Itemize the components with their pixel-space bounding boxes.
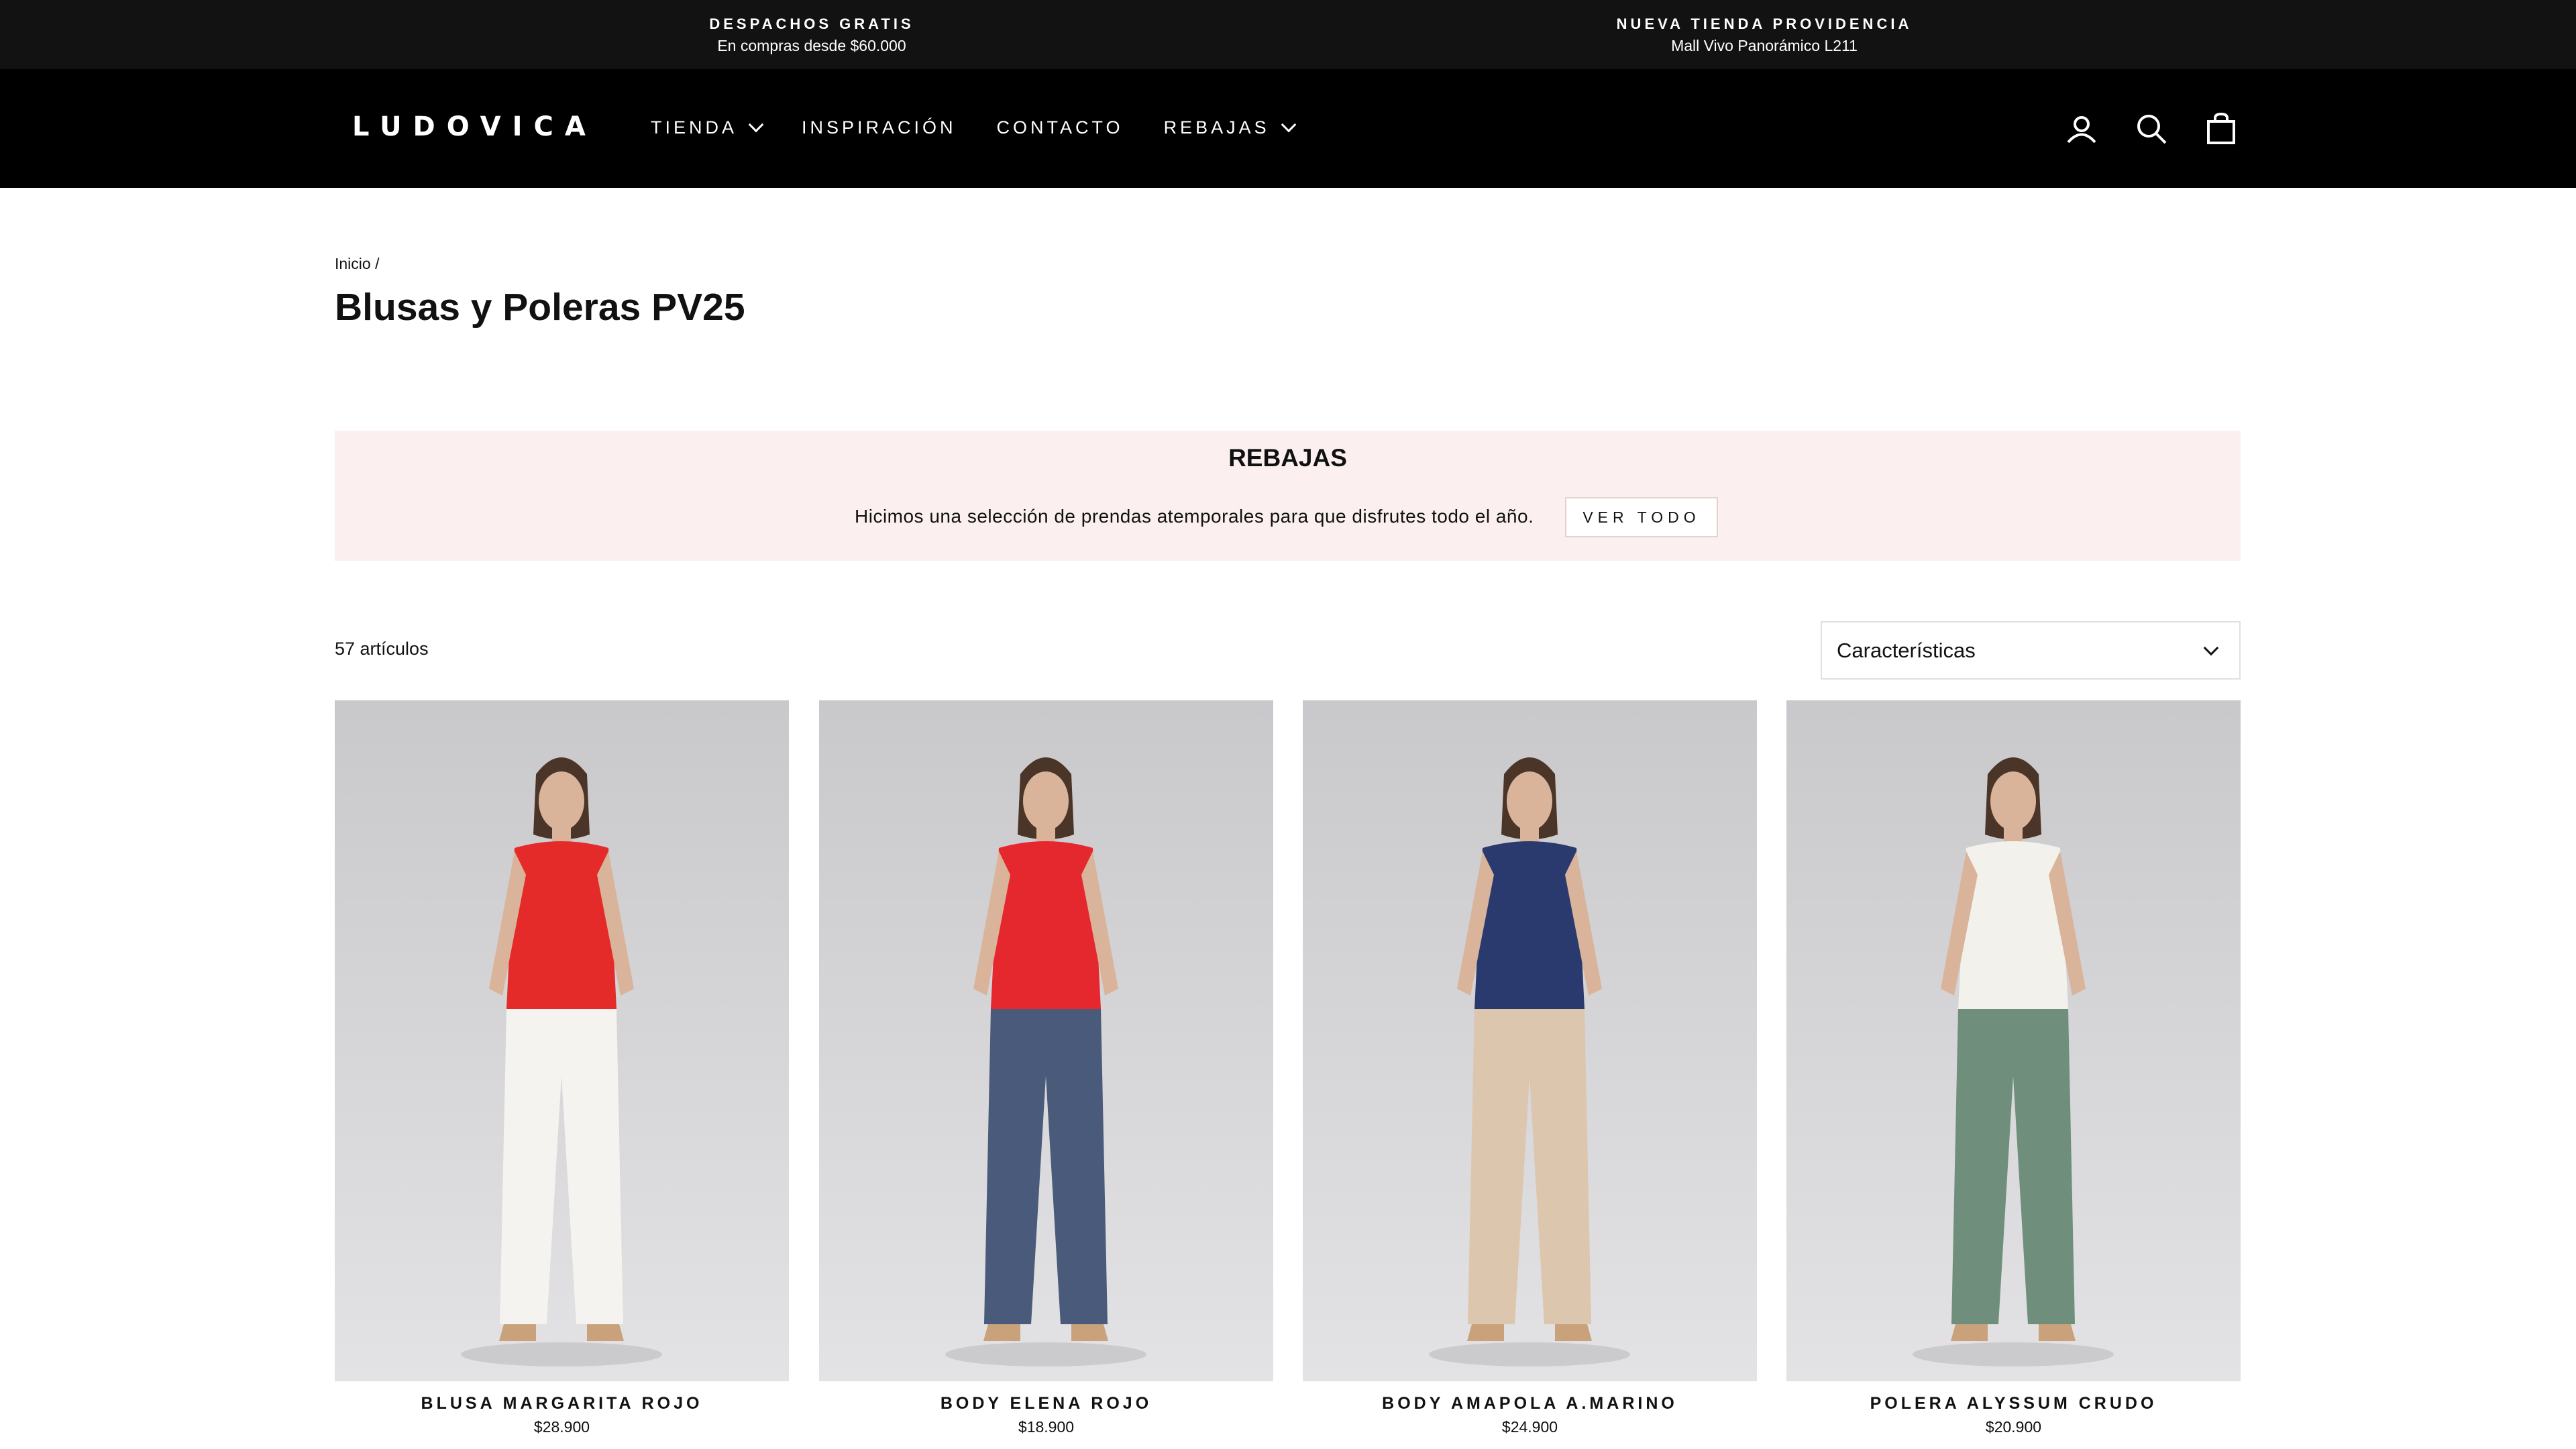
product-card[interactable]: BODY ELENA ROJO $18.900: [819, 700, 1273, 1436]
product-price: $28.900: [533, 1418, 590, 1436]
product-price: $18.900: [1018, 1418, 1075, 1436]
site-header: LUDOVICA TIENDA INSPIRACIÓN CONTACTO REB…: [0, 69, 2576, 188]
product-name[interactable]: POLERA ALYSSUM CRUDO: [1786, 1394, 2241, 1413]
product-card[interactable]: BLUSA MARGARITA ROJO $28.900: [335, 700, 789, 1436]
product-image[interactable]: [819, 700, 1273, 1381]
nav-item-inspiracion[interactable]: INSPIRACIÓN: [802, 117, 957, 138]
product-count: 57 artículos: [335, 639, 429, 659]
promo-title: REBAJAS: [1228, 444, 1347, 472]
product-image[interactable]: [1303, 700, 1757, 1381]
product-name[interactable]: BODY ELENA ROJO: [819, 1394, 1273, 1413]
announcement-subtitle: Mall Vivo Panorámico L211: [1671, 37, 1858, 54]
product-image[interactable]: [335, 700, 789, 1381]
promo-text: Hicimos una selección de prendas atempor…: [855, 506, 1534, 527]
product-price: $24.900: [1501, 1418, 1558, 1436]
announcement-title: NUEVA TIENDA PROVIDENCIA: [1616, 15, 1913, 32]
account-icon[interactable]: [2065, 112, 2098, 146]
page-title: Blusas y Poleras PV25: [335, 286, 745, 329]
nav-label: INSPIRACIÓN: [802, 117, 957, 138]
promo-banner: REBAJAS Hicimos una selección de prendas…: [335, 431, 2241, 561]
announcement-subtitle: En compras desde $60.000: [717, 37, 906, 54]
announcement-title: DESPACHOS GRATIS: [709, 15, 914, 32]
nav-item-tienda[interactable]: TIENDA: [651, 117, 764, 138]
cart-icon[interactable]: [2204, 112, 2238, 146]
chevron-down-icon: [1281, 117, 1296, 132]
logo[interactable]: LUDOVICA: [352, 111, 597, 142]
nav-label: REBAJAS: [1163, 117, 1270, 138]
product-image[interactable]: [1786, 700, 2241, 1381]
announcement-bar: DESPACHOS GRATIS En compras desde $60.00…: [0, 0, 2576, 69]
view-all-button[interactable]: VER TODO: [1565, 497, 1718, 537]
product-card[interactable]: POLERA ALYSSUM CRUDO $20.900: [1786, 700, 2241, 1436]
breadcrumb[interactable]: Inicio /: [335, 255, 379, 273]
sort-value: Características: [1837, 638, 1976, 662]
product-card[interactable]: BODY AMAPOLA A.MARINO $24.900: [1303, 700, 1757, 1436]
product-name[interactable]: BODY AMAPOLA A.MARINO: [1303, 1394, 1757, 1413]
product-price: $20.900: [1985, 1418, 2042, 1436]
chevron-down-icon: [748, 117, 764, 132]
search-icon[interactable]: [2135, 112, 2168, 146]
nav-label: CONTACTO: [996, 117, 1124, 138]
announcement-shipping[interactable]: DESPACHOS GRATIS En compras desde $60.00…: [510, 13, 1114, 56]
main-nav: TIENDA INSPIRACIÓN CONTACTO REBAJAS: [651, 117, 1334, 138]
chevron-down-icon: [2203, 640, 2219, 656]
nav-item-rebajas[interactable]: REBAJAS: [1163, 117, 1296, 138]
nav-item-contacto[interactable]: CONTACTO: [997, 117, 1124, 138]
sort-select[interactable]: Características: [1821, 621, 2241, 680]
product-name[interactable]: BLUSA MARGARITA ROJO: [335, 1394, 789, 1413]
nav-label: TIENDA: [651, 117, 738, 138]
announcement-store[interactable]: NUEVA TIENDA PROVIDENCIA Mall Vivo Panor…: [1462, 13, 2066, 56]
